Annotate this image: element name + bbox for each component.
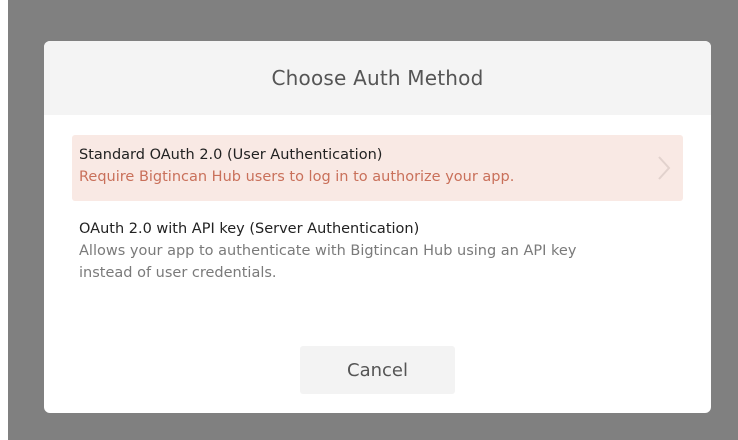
option-description: Allows your app to authenticate with Big… [79, 243, 577, 281]
option-oauth-api-key[interactable]: OAuth 2.0 with API key (Server Authentic… [72, 209, 683, 297]
cancel-button[interactable]: Cancel [300, 346, 455, 394]
option-title: Standard OAuth 2.0 (User Authentication) [79, 147, 383, 163]
auth-options-list: Standard OAuth 2.0 (User Authentication)… [44, 115, 711, 297]
dialog-footer: Cancel [44, 346, 711, 394]
option-standard-oauth[interactable]: Standard OAuth 2.0 (User Authentication)… [72, 135, 683, 201]
option-title: OAuth 2.0 with API key (Server Authentic… [79, 221, 420, 237]
option-description: Require Bigtincan Hub users to log in to… [79, 169, 515, 185]
dialog-title: Choose Auth Method [271, 66, 484, 90]
auth-method-dialog: Choose Auth Method Standard OAuth 2.0 (U… [44, 41, 711, 413]
chevron-right-icon [658, 156, 671, 180]
dialog-header: Choose Auth Method [44, 41, 711, 115]
